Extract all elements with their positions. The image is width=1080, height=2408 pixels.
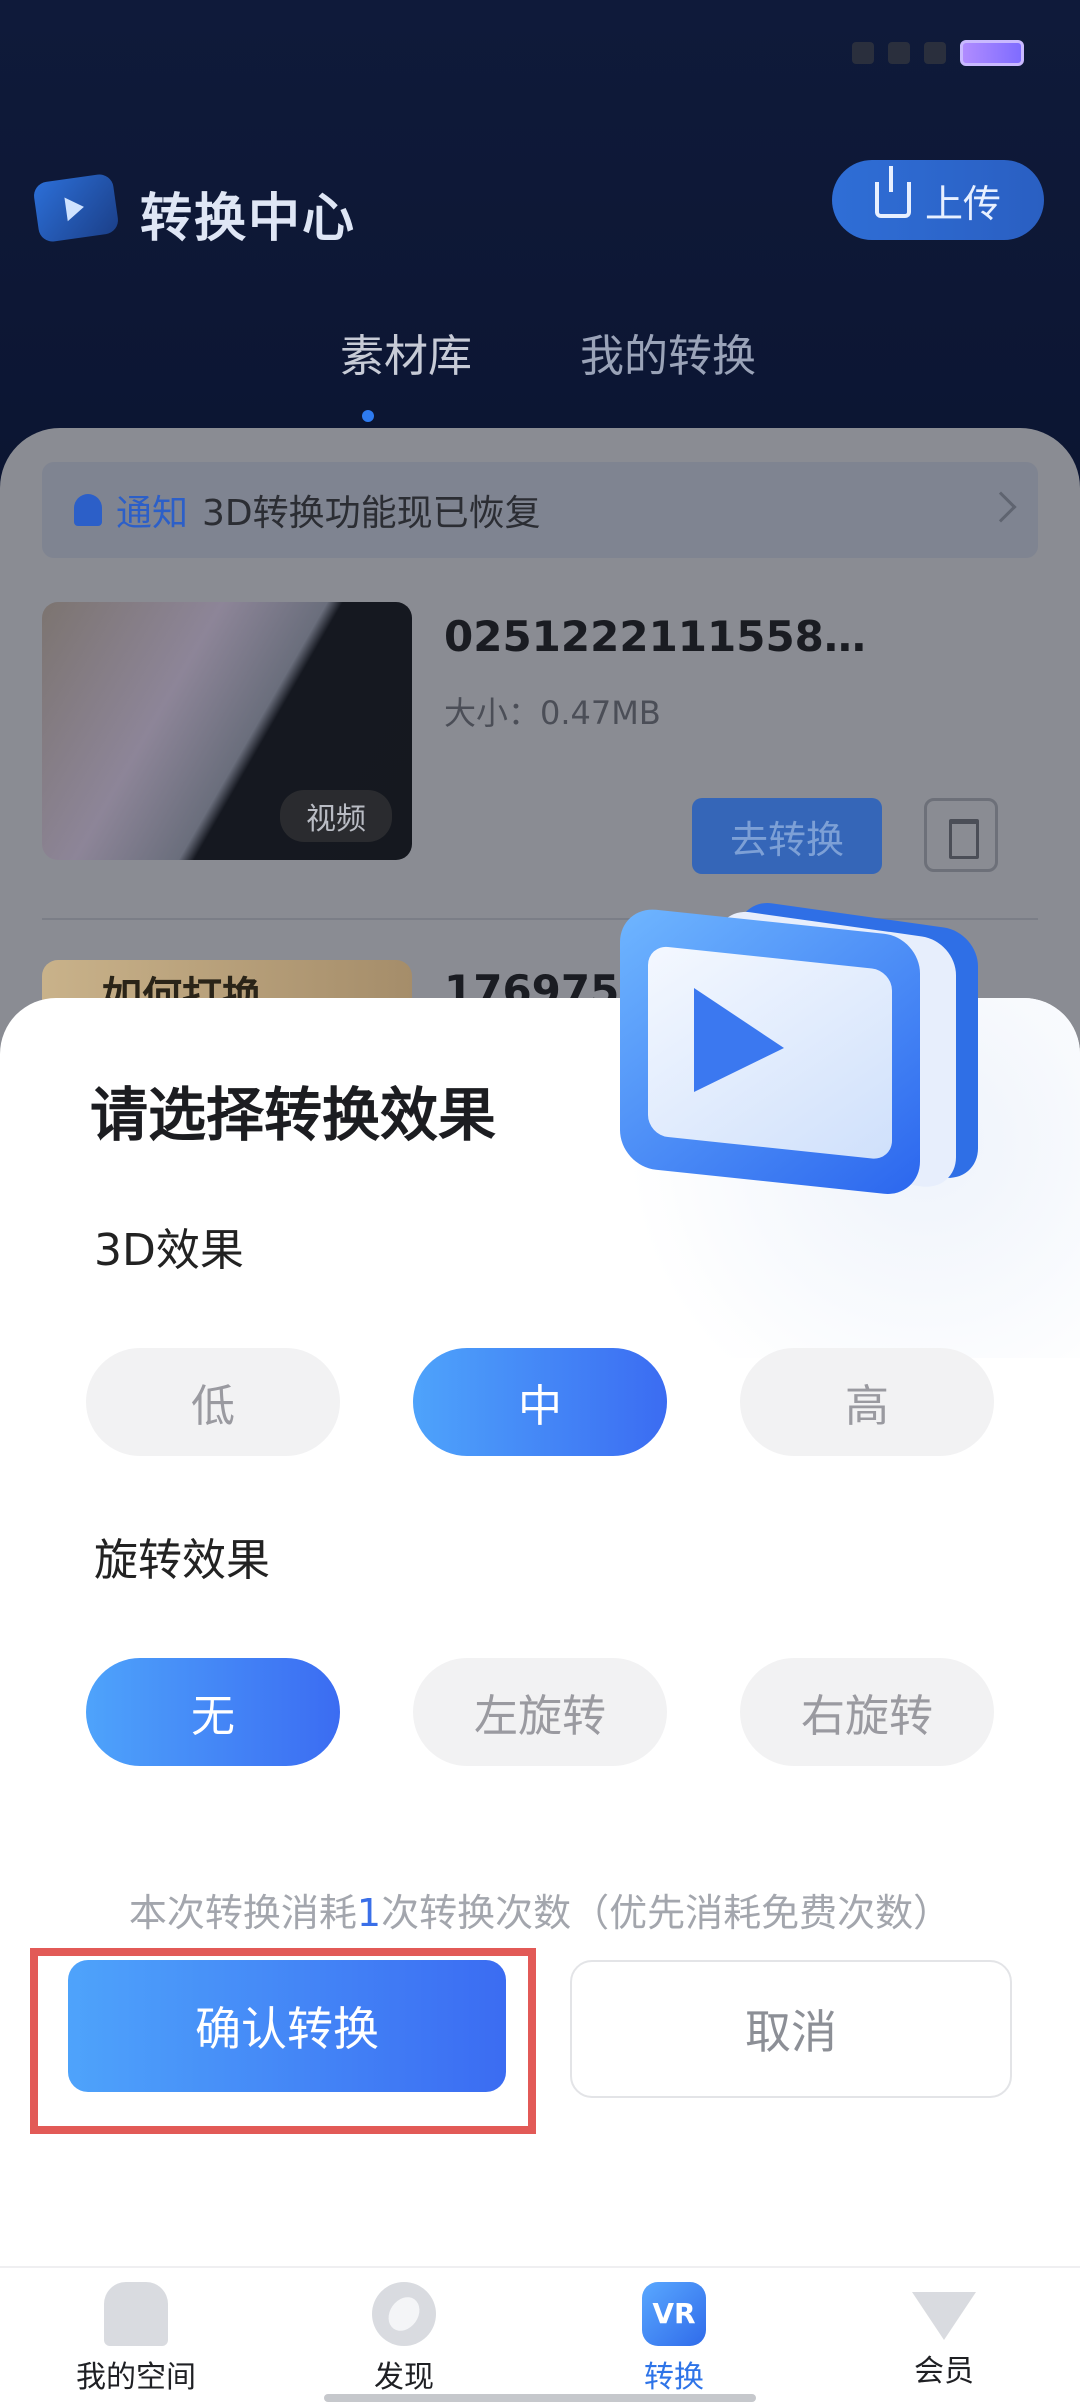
3d-effect-options: 低 中 高 bbox=[86, 1348, 996, 1456]
chevron-right-icon bbox=[985, 491, 1017, 523]
confirm-convert-button[interactable]: 确认转换 bbox=[68, 1960, 506, 2092]
tab-material-library[interactable]: 素材库 bbox=[340, 320, 472, 384]
nav-item-convert[interactable]: VR 转换 bbox=[574, 2282, 774, 2396]
diamond-icon bbox=[912, 2292, 976, 2340]
sheet-title: 请选择转换效果 bbox=[90, 1081, 497, 1149]
rotation-option-right[interactable]: 右旋转 bbox=[740, 1658, 994, 1766]
effect-option-low[interactable]: 低 bbox=[86, 1348, 340, 1456]
active-tab-indicator bbox=[362, 410, 374, 422]
effect-option-medium[interactable]: 中 bbox=[413, 1348, 667, 1456]
video-thumbnail[interactable]: 视频 bbox=[42, 602, 412, 860]
nav-label: 转换 bbox=[644, 2360, 704, 2395]
nav-label: 会员 bbox=[914, 2354, 974, 2389]
3d-effect-label: 3D效果 bbox=[94, 1225, 244, 1276]
item-name: 0251222111558… bbox=[444, 612, 866, 661]
wifi-icon bbox=[924, 42, 946, 64]
upload-button[interactable]: 上传 bbox=[832, 160, 1044, 240]
cost-count: 1 bbox=[356, 1891, 382, 1935]
mute-icon bbox=[888, 42, 910, 64]
upload-icon bbox=[874, 166, 911, 218]
nav-label: 发现 bbox=[374, 2360, 434, 2395]
home-icon bbox=[104, 2282, 168, 2346]
notice-tag: 通知 bbox=[116, 493, 189, 534]
app-logo-icon bbox=[32, 172, 120, 244]
nav-item-discover[interactable]: 发现 bbox=[304, 2282, 504, 2396]
signal-icon bbox=[852, 42, 874, 64]
rotation-effect-options: 无 左旋转 右旋转 bbox=[86, 1658, 996, 1766]
app-header: 转换中心 上传 bbox=[32, 160, 1044, 260]
bell-icon bbox=[74, 494, 102, 526]
upload-label: 上传 bbox=[924, 181, 1001, 226]
battery-icon bbox=[960, 40, 1024, 66]
nav-label: 我的空间 bbox=[76, 2360, 196, 2395]
video-badge: 视频 bbox=[280, 790, 392, 842]
cost-notice: 本次转换消耗1次转换次数（优先消耗免费次数） bbox=[0, 1882, 1080, 1937]
nav-item-membership[interactable]: 会员 bbox=[844, 2282, 1044, 2390]
effect-option-high[interactable]: 高 bbox=[740, 1348, 994, 1456]
bottom-nav: 我的空间 发现 VR 转换 会员 bbox=[0, 2266, 1080, 2408]
video-3d-icon bbox=[620, 903, 978, 1194]
notice-bar[interactable]: 通知 3D转换功能现已恢复 bbox=[42, 462, 1038, 558]
item-size: 大小：0.47MB bbox=[444, 694, 661, 732]
list-item[interactable]: 视频 0251222111558… 大小：0.47MB 去转换 bbox=[42, 602, 1038, 874]
nav-item-my-space[interactable]: 我的空间 bbox=[36, 2282, 236, 2396]
home-indicator bbox=[324, 2394, 756, 2402]
status-bar bbox=[852, 40, 1024, 66]
rotation-option-none[interactable]: 无 bbox=[86, 1658, 340, 1766]
notice-text: 3D转换功能现已恢复 bbox=[202, 493, 541, 534]
page-title: 转换中心 bbox=[140, 189, 357, 249]
cost-suffix: 次转换次数（优先消耗免费次数） bbox=[381, 1891, 952, 1935]
tab-my-conversions[interactable]: 我的转换 bbox=[580, 320, 756, 384]
conversion-effect-sheet: 请选择转换效果 3D效果 低 中 高 旋转效果 无 左旋转 右旋转 本次转换消耗… bbox=[0, 903, 1080, 2268]
rotation-effect-label: 旋转效果 bbox=[94, 1535, 270, 1586]
cost-prefix: 本次转换消耗 bbox=[128, 1891, 357, 1935]
rotation-option-left[interactable]: 左旋转 bbox=[413, 1658, 667, 1766]
cancel-button[interactable]: 取消 bbox=[570, 1960, 1012, 2098]
compass-icon bbox=[372, 2282, 436, 2346]
vr-icon: VR bbox=[642, 2282, 706, 2346]
